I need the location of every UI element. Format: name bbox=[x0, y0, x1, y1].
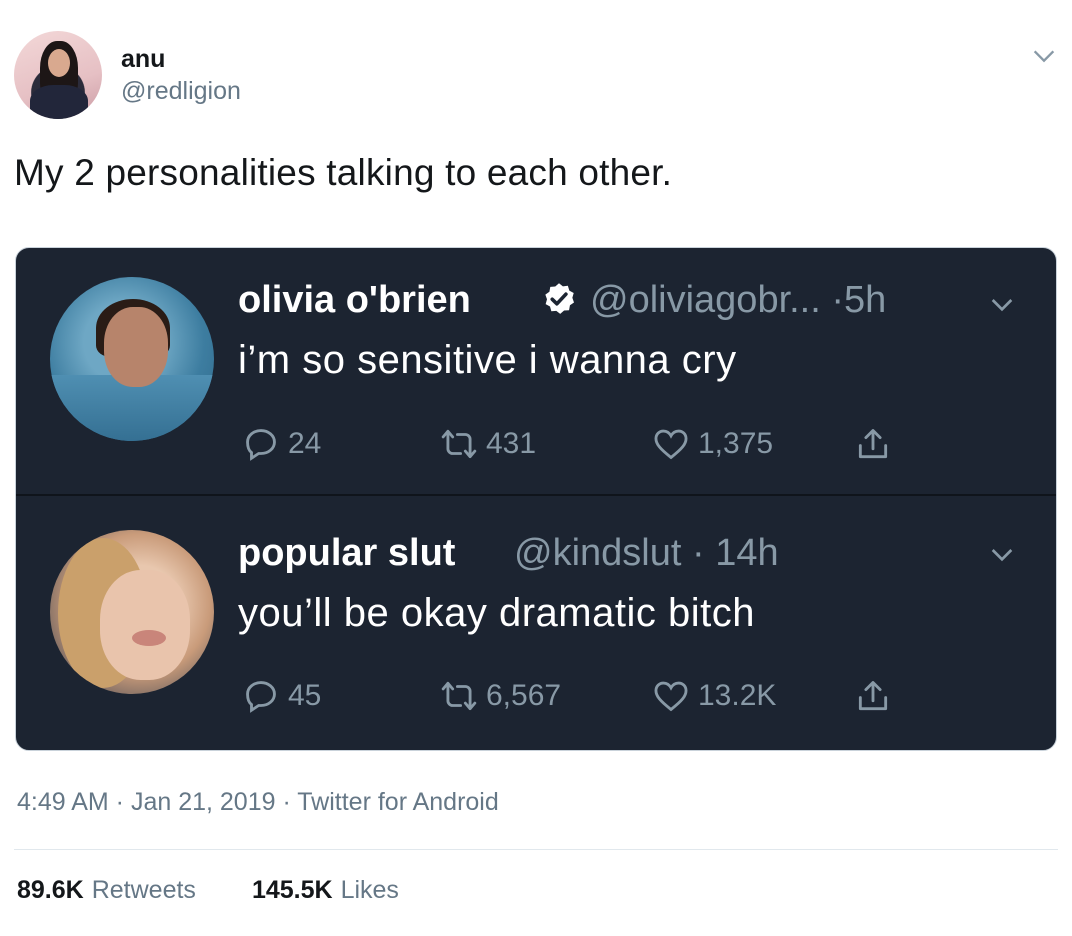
tweet-text: My 2 personalities talking to each other… bbox=[14, 152, 673, 193]
head-shape bbox=[104, 307, 168, 387]
retweets-value: 89.6K bbox=[17, 876, 84, 904]
retweets-stat[interactable]: 89.6K Retweets bbox=[17, 876, 196, 905]
author-handle[interactable]: @redligion bbox=[121, 77, 241, 106]
reply-1-name: olivia o'brien bbox=[238, 279, 471, 321]
retweet-count: 431 bbox=[486, 427, 537, 460]
avatar-shirt bbox=[30, 85, 88, 119]
reply-1-handle-time: @oliviagobr... ·5h bbox=[590, 279, 887, 321]
retweet-count: 6,567 bbox=[486, 679, 562, 712]
reply-2-handle-time: @kindslut · 14h bbox=[514, 532, 779, 574]
reply-icon bbox=[246, 681, 276, 713]
tweet-timestamp-source[interactable]: 4:49 AM · Jan 21, 2019 · Twitter for And… bbox=[17, 788, 499, 817]
retweets-label: Retweets bbox=[91, 876, 196, 904]
embedded-image-card[interactable]: olivia o'brien @oliviagobr... ·5h i’m so… bbox=[15, 247, 1057, 751]
reply-icon bbox=[246, 429, 276, 461]
face-shape bbox=[100, 570, 190, 680]
reply-2-text: you’ll be okay dramatic bitch bbox=[238, 591, 755, 635]
reply-1-reply-action: 24 bbox=[242, 424, 321, 464]
engagement-stats: 89.6K Retweets 145.5K Likes bbox=[17, 876, 399, 905]
like-count: 1,375 bbox=[698, 427, 774, 460]
reply-1-like-action: 1,375 bbox=[652, 424, 773, 464]
author-display-name[interactable]: anu bbox=[121, 45, 165, 74]
reply-count: 45 bbox=[288, 679, 322, 712]
chevron-down-icon bbox=[991, 299, 1013, 312]
avatar-face bbox=[48, 49, 70, 77]
chevron-down-icon bbox=[991, 549, 1013, 562]
reply-2-reply-action: 45 bbox=[242, 676, 321, 716]
reply-1-avatar bbox=[50, 277, 214, 441]
reply-divider bbox=[16, 494, 1056, 496]
heart-icon bbox=[654, 681, 688, 712]
reply-1-retweet-action: 431 bbox=[440, 424, 536, 464]
reply-2-like-action: 13.2K bbox=[652, 676, 776, 716]
reply-2-avatar bbox=[50, 530, 214, 694]
reply-count: 24 bbox=[288, 427, 322, 460]
likes-label: Likes bbox=[340, 876, 399, 904]
share-icon bbox=[858, 681, 888, 711]
lips-shape bbox=[132, 630, 166, 646]
retweet-icon bbox=[441, 429, 477, 459]
author-avatar[interactable] bbox=[14, 31, 102, 119]
likes-value: 145.5K bbox=[251, 876, 333, 904]
likes-stat[interactable]: 145.5K Likes bbox=[252, 876, 399, 905]
like-count: 13.2K bbox=[698, 679, 777, 712]
reply-2-retweet-action: 6,567 bbox=[440, 676, 561, 716]
reply-2-name: popular slut bbox=[238, 532, 456, 574]
chevron-down-icon[interactable] bbox=[1030, 42, 1058, 70]
heart-icon bbox=[654, 429, 688, 460]
retweet-icon bbox=[441, 681, 477, 711]
verified-badge-icon bbox=[545, 283, 574, 314]
divider bbox=[14, 849, 1058, 850]
share-icon bbox=[858, 429, 888, 459]
reply-1-share-action bbox=[854, 424, 892, 464]
reply-2-share-action bbox=[854, 676, 892, 716]
reply-1-text: i’m so sensitive i wanna cry bbox=[238, 338, 737, 382]
